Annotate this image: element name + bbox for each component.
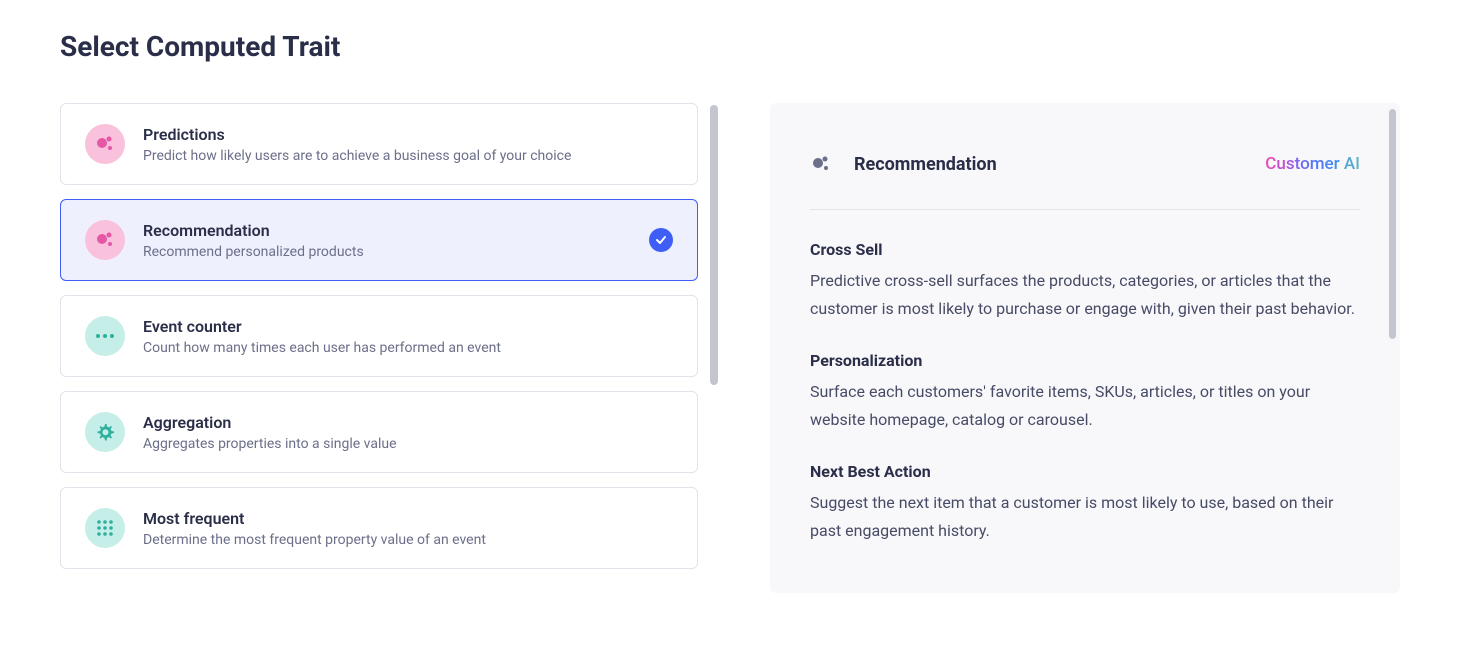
trait-content: Recommendation Recommend personalized pr… bbox=[143, 221, 649, 260]
molecule-icon bbox=[85, 220, 125, 260]
trait-title: Event counter bbox=[143, 317, 673, 336]
dots-grid-icon bbox=[85, 508, 125, 548]
trait-description: Predict how likely users are to achieve … bbox=[143, 148, 673, 164]
detail-section-description: Surface each customers' favorite items, … bbox=[810, 378, 1360, 434]
trait-content: Predictions Predict how likely users are… bbox=[143, 125, 673, 164]
molecule-icon bbox=[810, 153, 832, 175]
detail-header: Recommendation Customer AI bbox=[810, 153, 1360, 210]
detail-section-cross-sell: Cross Sell Predictive cross-sell surface… bbox=[810, 240, 1360, 323]
trait-content: Aggregation Aggregates properties into a… bbox=[143, 413, 673, 452]
detail-panel: Recommendation Customer AI Cross Sell Pr… bbox=[770, 103, 1400, 593]
trait-list: Predictions Predict how likely users are… bbox=[60, 103, 710, 569]
trait-title: Recommendation bbox=[143, 221, 649, 240]
customer-ai-badge: Customer AI bbox=[1265, 154, 1360, 174]
trait-card-aggregation[interactable]: Aggregation Aggregates properties into a… bbox=[60, 391, 698, 473]
detail-header-left: Recommendation bbox=[810, 153, 997, 175]
trait-title: Most frequent bbox=[143, 509, 673, 528]
trait-title: Predictions bbox=[143, 125, 673, 144]
detail-section-description: Predictive cross-sell surfaces the produ… bbox=[810, 267, 1360, 323]
trait-title: Aggregation bbox=[143, 413, 673, 432]
trait-content: Event counter Count how many times each … bbox=[143, 317, 673, 356]
detail-section-next-best-action: Next Best Action Suggest the next item t… bbox=[810, 462, 1360, 545]
trait-list-column: Predictions Predict how likely users are… bbox=[60, 103, 710, 593]
trait-card-event-counter[interactable]: Event counter Count how many times each … bbox=[60, 295, 698, 377]
scrollbar[interactable] bbox=[710, 105, 718, 385]
dots-horizontal-icon bbox=[85, 316, 125, 356]
detail-section-personalization: Personalization Surface each customers' … bbox=[810, 351, 1360, 434]
page-title: Select Computed Trait bbox=[60, 30, 1400, 63]
trait-description: Determine the most frequent property val… bbox=[143, 532, 673, 548]
trait-content: Most frequent Determine the most frequen… bbox=[143, 509, 673, 548]
trait-card-most-frequent[interactable]: Most frequent Determine the most frequen… bbox=[60, 487, 698, 569]
detail-section-title: Next Best Action bbox=[810, 462, 1360, 481]
gear-icon bbox=[85, 412, 125, 452]
detail-section-title: Cross Sell bbox=[810, 240, 1360, 259]
trait-card-recommendation[interactable]: Recommendation Recommend personalized pr… bbox=[60, 199, 698, 281]
detail-section-title: Personalization bbox=[810, 351, 1360, 370]
check-icon bbox=[649, 228, 673, 252]
trait-description: Recommend personalized products bbox=[143, 244, 649, 260]
trait-description: Aggregates properties into a single valu… bbox=[143, 436, 673, 452]
molecule-icon bbox=[85, 124, 125, 164]
trait-card-predictions[interactable]: Predictions Predict how likely users are… bbox=[60, 103, 698, 185]
detail-section-description: Suggest the next item that a customer is… bbox=[810, 489, 1360, 545]
main-container: Predictions Predict how likely users are… bbox=[60, 103, 1400, 593]
trait-description: Count how many times each user has perfo… bbox=[143, 340, 673, 356]
detail-title: Recommendation bbox=[854, 154, 997, 175]
scrollbar[interactable] bbox=[1389, 109, 1396, 339]
